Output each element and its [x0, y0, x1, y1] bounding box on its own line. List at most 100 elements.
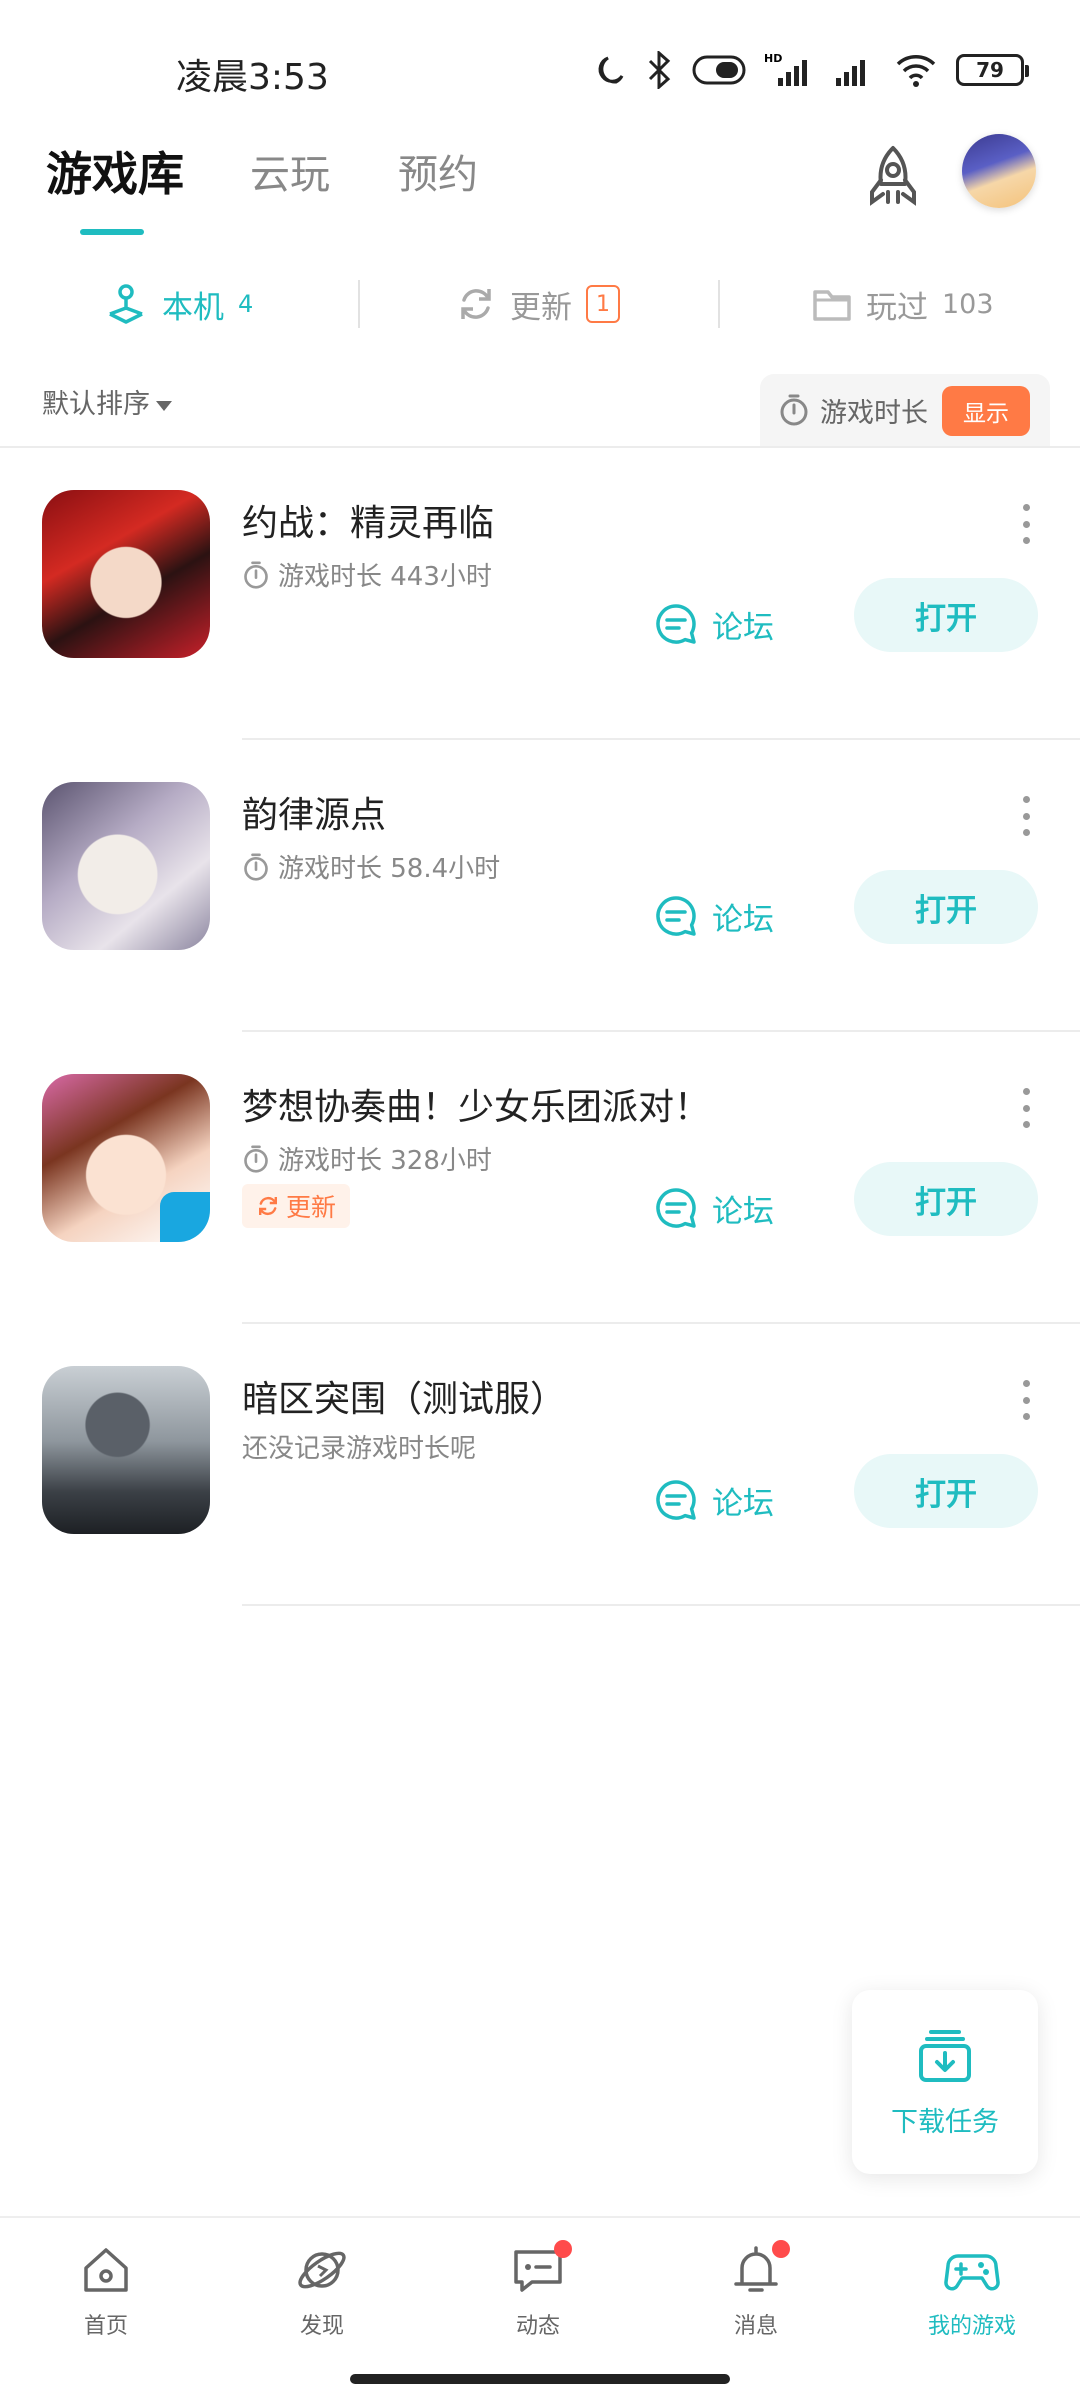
- game-icon[interactable]: [42, 782, 210, 950]
- forum-label: 论坛: [712, 901, 774, 938]
- game-duration-text: 还没记录游戏时长呢: [242, 1434, 477, 1464]
- nav-home[interactable]: 首页: [36, 2242, 176, 2340]
- planet-icon: [294, 2242, 350, 2298]
- list-item[interactable]: 暗区突围（测试服） 还没记录游戏时长呢 论坛 打开: [0, 1324, 1080, 1606]
- open-button[interactable]: 打开: [854, 1454, 1038, 1528]
- battery-level: 79: [976, 58, 1004, 82]
- forum-label: 论坛: [712, 609, 774, 646]
- forum-icon: [656, 896, 696, 936]
- forum-button[interactable]: 论坛: [654, 594, 774, 654]
- divider: [242, 1604, 1080, 1606]
- game-icon[interactable]: [42, 490, 210, 658]
- game-duration: 游戏时长 58.4小时: [242, 848, 500, 885]
- open-button[interactable]: 打开: [854, 1162, 1038, 1236]
- game-title[interactable]: 梦想协奏曲！少女乐团派对！: [242, 1078, 710, 1130]
- game-duration-text: 游戏时长 443小时: [278, 562, 492, 592]
- divider: [718, 280, 720, 328]
- moon-icon: [598, 56, 624, 84]
- download-task-label: 下载任务: [891, 2106, 999, 2138]
- caret-down-icon: [156, 400, 172, 411]
- svg-text:HD: HD: [764, 52, 782, 65]
- forum-icon: [656, 1480, 696, 1520]
- bluetooth-icon: [648, 51, 671, 89]
- nav-feed[interactable]: 动态: [468, 2240, 608, 2340]
- sort-label: 默认排序: [42, 389, 150, 420]
- active-tab-indicator: [80, 229, 144, 235]
- game-icon[interactable]: [42, 1366, 210, 1534]
- nav-discover-label: 发现: [299, 2314, 344, 2339]
- list-item[interactable]: 约战：精灵再临 游戏时长 443小时 论坛 打开: [0, 448, 1080, 740]
- update-tag[interactable]: 更新: [242, 1184, 350, 1228]
- nav-my-games[interactable]: 我的游戏: [902, 2242, 1042, 2340]
- nav-discover[interactable]: 发现: [252, 2242, 392, 2340]
- open-button[interactable]: 打开: [854, 578, 1038, 652]
- list-item[interactable]: 韵律源点 游戏时长 58.4小时 论坛 打开: [0, 740, 1080, 1032]
- more-options-icon[interactable]: [1020, 796, 1032, 836]
- sub-tab-played[interactable]: 玩过 103: [812, 272, 994, 336]
- sub-tab-local[interactable]: 本机 4: [104, 272, 253, 336]
- show-duration-button[interactable]: 显示: [942, 386, 1030, 436]
- more-options-icon[interactable]: [1020, 504, 1032, 544]
- bottom-nav: 首页 发现 动态 消息 我的游戏: [0, 2216, 1080, 2358]
- notification-dot: [772, 2240, 790, 2258]
- sub-tab-local-label: 本机: [162, 289, 224, 326]
- joystick-icon: [109, 284, 143, 324]
- wifi-icon: [896, 55, 936, 87]
- nav-messages[interactable]: 消息: [686, 2240, 826, 2340]
- more-options-icon[interactable]: [1020, 1088, 1032, 1128]
- forum-icon: [656, 1188, 696, 1228]
- download-task-button[interactable]: 下载任务: [852, 1990, 1038, 2174]
- stopwatch-icon: [244, 560, 268, 589]
- bell-icon: [728, 2240, 790, 2298]
- forum-button[interactable]: 论坛: [654, 886, 774, 946]
- tab-reservation[interactable]: 预约: [398, 142, 478, 200]
- sub-tab-local-count: 4: [238, 290, 254, 318]
- tab-cloud-play[interactable]: 云玩: [250, 142, 330, 200]
- chat-icon: [510, 2240, 572, 2298]
- sub-tab-update[interactable]: 更新 1: [456, 272, 620, 336]
- sub-tab-played-label: 玩过: [866, 289, 928, 326]
- nav-my-games-label: 我的游戏: [927, 2314, 1016, 2339]
- refresh-icon: [258, 1196, 277, 1216]
- game-duration: 游戏时长 443小时: [242, 556, 492, 593]
- stopwatch-icon: [244, 1144, 268, 1173]
- home-icon: [78, 2242, 134, 2298]
- sub-tabs: 本机 4 更新 1 玩过 103: [0, 272, 1080, 336]
- bilibili-badge-icon: [160, 1192, 210, 1242]
- list-item[interactable]: 梦想协奏曲！少女乐团派对！ 游戏时长 328小时 更新 论坛 打开: [0, 1032, 1080, 1324]
- tab-game-library[interactable]: 游戏库: [46, 138, 184, 204]
- nav-messages-label: 消息: [733, 2314, 778, 2339]
- status-icons: HD 79: [592, 50, 1029, 90]
- game-title[interactable]: 暗区突围（测试服）: [242, 1370, 566, 1422]
- download-tray-icon: [919, 2029, 971, 2082]
- open-button[interactable]: 打开: [854, 870, 1038, 944]
- game-title[interactable]: 约战：精灵再临: [242, 494, 494, 546]
- sort-dropdown[interactable]: 默认排序: [42, 382, 172, 421]
- more-options-icon[interactable]: [1020, 1380, 1032, 1420]
- game-duration-text: 游戏时长 58.4小时: [278, 854, 501, 884]
- gamepad-icon: [944, 2242, 1000, 2298]
- refresh-icon: [461, 289, 491, 319]
- vibrate-icon: [692, 55, 746, 85]
- forum-label: 论坛: [712, 1193, 774, 1230]
- nav-feed-label: 动态: [515, 2314, 560, 2339]
- divider: [358, 280, 360, 328]
- duration-toggle[interactable]: 游戏时长 显示: [760, 374, 1050, 446]
- update-tag-label: 更新: [285, 1193, 336, 1222]
- status-time: 凌晨3:53: [176, 57, 329, 98]
- rocket-icon[interactable]: [858, 142, 928, 212]
- sub-tab-update-label: 更新: [510, 289, 572, 326]
- game-icon[interactable]: [42, 1074, 210, 1242]
- notification-dot: [554, 2240, 572, 2258]
- forum-button[interactable]: 论坛: [654, 1470, 774, 1530]
- duration-toggle-label: 游戏时长: [820, 397, 928, 429]
- battery-icon: 79: [956, 54, 1029, 86]
- forum-button[interactable]: 论坛: [654, 1178, 774, 1238]
- sub-tab-played-count: 103: [942, 288, 994, 320]
- game-title[interactable]: 韵律源点: [242, 786, 386, 838]
- stopwatch-icon: [780, 394, 808, 426]
- signal-icon: [836, 60, 865, 86]
- stopwatch-icon: [244, 852, 268, 881]
- nav-home-label: 首页: [83, 2314, 128, 2339]
- avatar[interactable]: [962, 134, 1036, 208]
